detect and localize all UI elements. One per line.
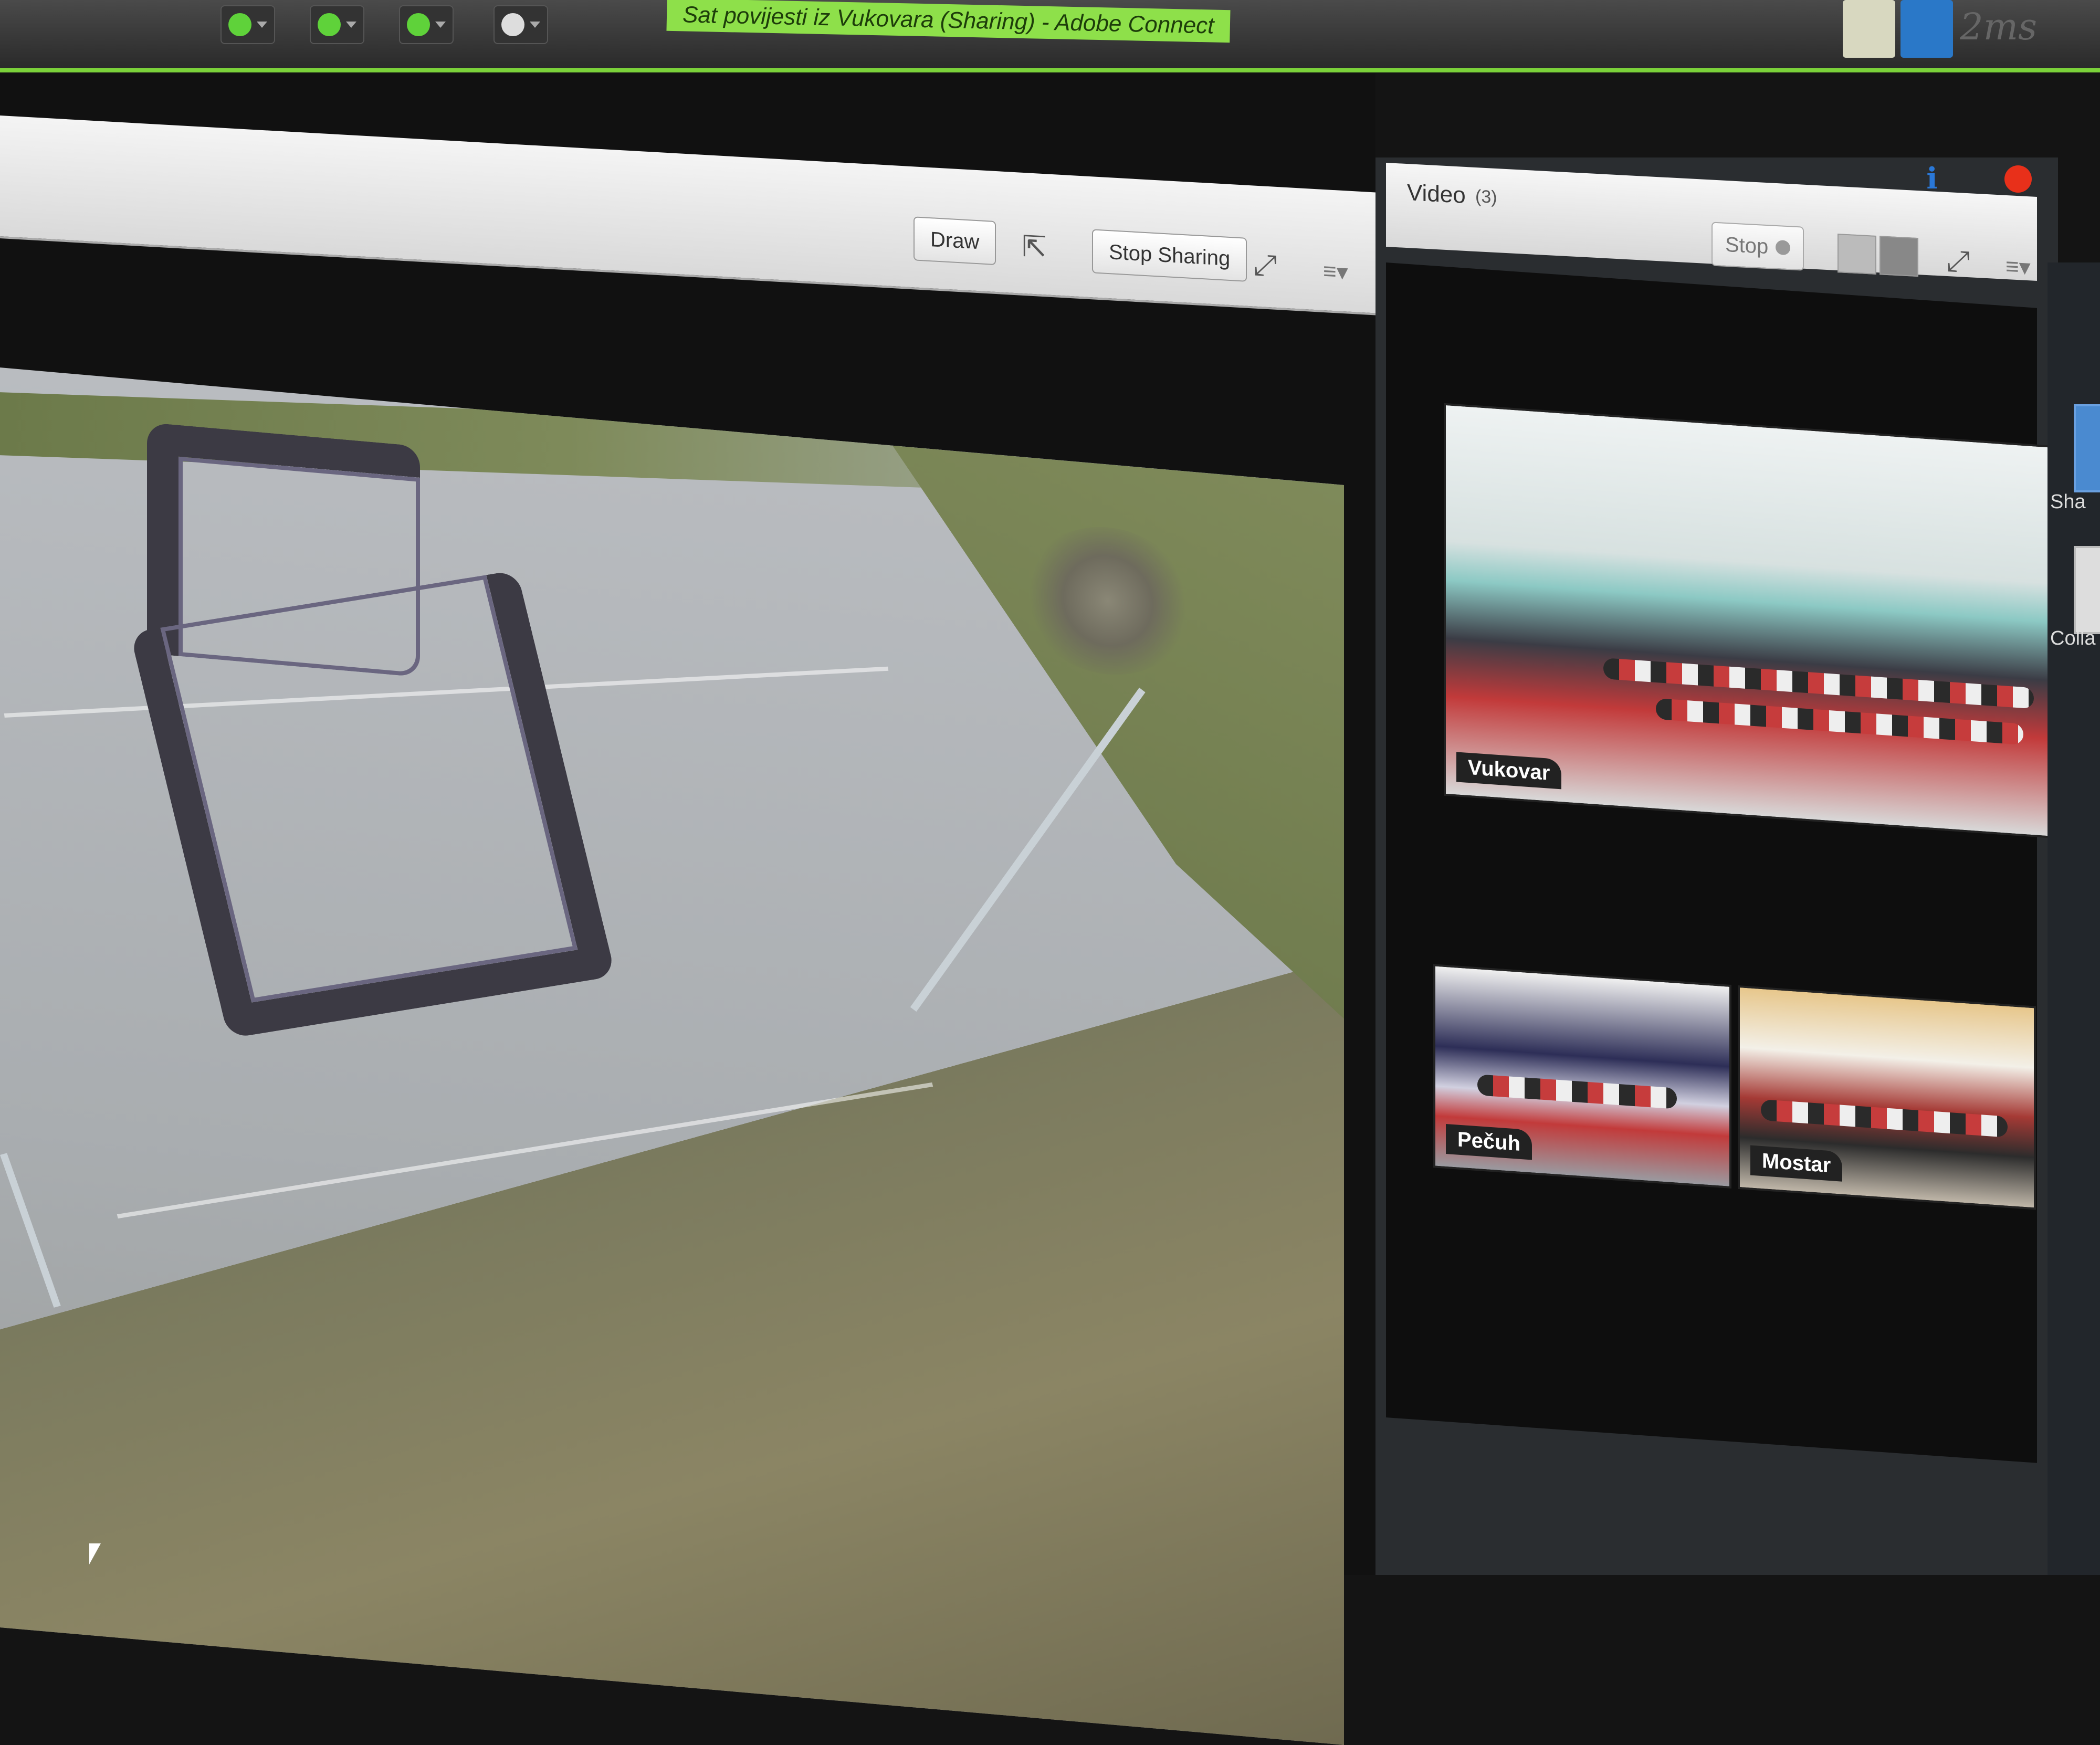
stop-sharing-button[interactable]: Stop Sharing — [1092, 229, 1247, 282]
video-tile-label: Vukovar — [1456, 752, 1562, 790]
webcam-icon — [407, 13, 430, 36]
crowd — [1761, 1099, 2008, 1138]
video-count: (3) — [1475, 186, 1497, 208]
grass-area — [0, 392, 945, 489]
window-title: Sat povijesti iz Vukovara (Sharing) - Ad… — [666, 0, 1231, 43]
crowd — [1477, 1074, 1677, 1109]
fullscreen-icon[interactable]: ⤢ — [1937, 239, 1979, 283]
info-icon[interactable]: ℹ — [1911, 157, 1953, 199]
microphone-icon — [318, 13, 341, 36]
pointer-icon[interactable]: ⇱ — [1013, 225, 1055, 269]
mouse-cursor-icon — [89, 1543, 101, 1564]
video-pod-title: Video — [1407, 180, 1466, 208]
speaker-button[interactable] — [220, 5, 275, 44]
stop-video-button[interactable]: Stop — [1712, 222, 1804, 271]
light-pole — [0, 1153, 61, 1308]
chevron-down-icon — [257, 22, 267, 28]
video-tile-label: Pečuh — [1446, 1123, 1532, 1160]
chevron-down-icon — [435, 22, 446, 28]
chevron-down-icon — [530, 22, 540, 28]
energy-star-badge-icon — [1900, 0, 1953, 58]
grid-view-icon[interactable] — [1838, 234, 1876, 275]
webcam-button[interactable] — [399, 5, 454, 44]
record-indicator-icon[interactable] — [2004, 165, 2032, 193]
share-pod-toolbar: Draw ⇱ Stop Sharing ⤢ ≡▾ — [0, 115, 1376, 316]
shared-screen-image — [0, 367, 1344, 1745]
layout-thumbnail-collaboration[interactable] — [2074, 546, 2100, 634]
share-pod: Draw ⇱ Stop Sharing ⤢ ≡▾ — [0, 73, 1376, 1745]
video-area: Vukovar Pečuh Mostar — [1386, 262, 2094, 1463]
filmstrip-view-icon[interactable] — [1880, 236, 1918, 277]
app-title-bar: Sat povijesti iz Vukovara (Sharing) - Ad… — [0, 0, 2100, 72]
people-formation — [129, 570, 616, 1039]
court-line — [117, 1082, 933, 1219]
layout-thumbnail-sharing[interactable] — [2074, 404, 2100, 492]
raise-hand-button[interactable] — [494, 5, 548, 44]
webcam-icon — [1776, 239, 1791, 256]
light-pole — [910, 687, 1146, 1012]
share-pod-menu-button[interactable]: ≡▾ — [1323, 258, 1348, 286]
speaker-icon — [228, 13, 251, 36]
draw-button[interactable]: Draw — [914, 216, 996, 266]
video-tile-vukovar[interactable]: Vukovar — [1444, 403, 2094, 842]
video-tile-pecuh[interactable]: Pečuh — [1433, 964, 1731, 1189]
fullscreen-icon[interactable]: ⤢ — [1244, 243, 1286, 287]
video-pod: Video (3) Stop ⤢ ≡▾ Vukovar Pečuh Mostar — [1376, 157, 2094, 1575]
microphone-button[interactable] — [310, 5, 364, 44]
stop-video-label: Stop — [1725, 233, 1769, 258]
crowd — [1656, 698, 2023, 745]
brand-logo: 2ms — [1960, 5, 2037, 48]
windows-badge-icon — [1843, 0, 1895, 58]
video-tile-mostar[interactable]: Mostar — [1738, 985, 2036, 1210]
layout-label: Colla — [2050, 627, 2096, 649]
layout-label: Sha — [2050, 491, 2086, 513]
chevron-down-icon — [346, 22, 356, 28]
video-tile-label: Mostar — [1750, 1145, 1843, 1182]
raise-hand-icon — [501, 13, 524, 36]
video-pod-menu-button[interactable]: ≡▾ — [2006, 253, 2031, 281]
